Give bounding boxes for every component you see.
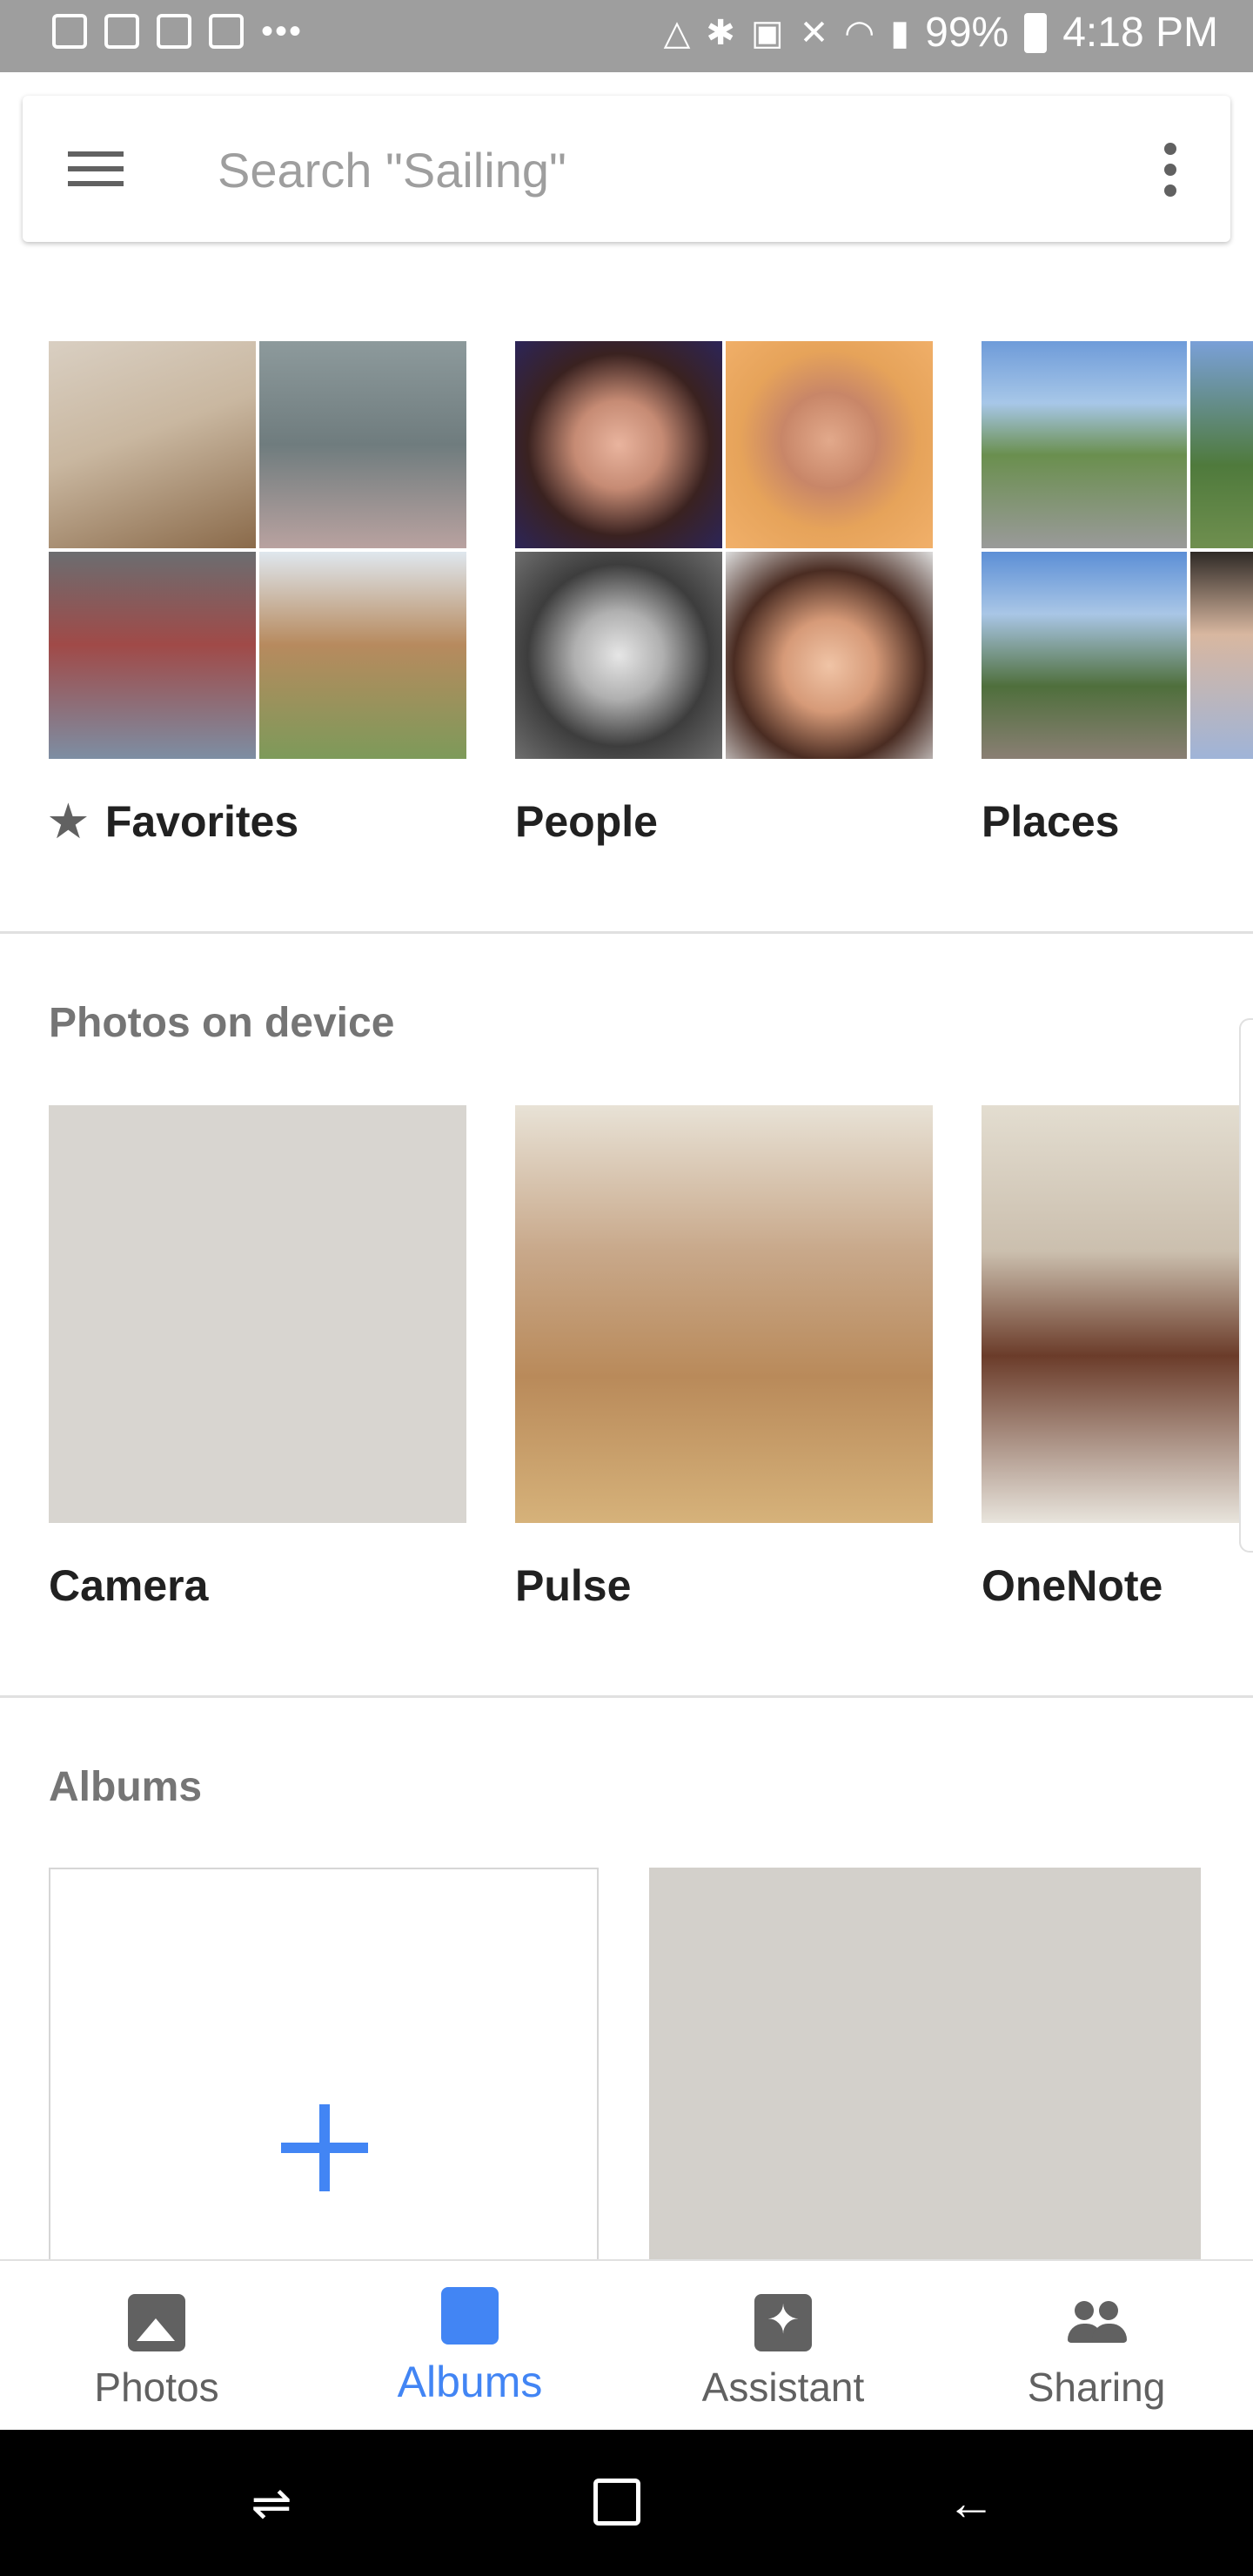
plus-icon [281,2104,368,2191]
albums-title: Albums [49,1764,203,1810]
battery-icon [1024,12,1048,53]
people-label: People [515,797,658,846]
search-bar [23,96,1230,242]
collections-row: ★ Favorites People Places [49,341,1253,848]
sd-card-icon [104,14,139,49]
onenote-label-row: OneNote [982,1560,1253,1612]
battery-percent: 99% [925,10,1009,56]
status-bar: ••• △ ✱ ▣ ✕ ◠ ▮ 99% 4:18 PM [0,0,1253,72]
notification-icons: ••• [52,14,303,49]
albums-icon [441,2287,499,2345]
nfc-icon: ▣ [750,13,784,52]
nav-sharing-label: Sharing [1027,2365,1166,2410]
onenote-thumbnail [982,1105,1253,1523]
camera-label: Camera [49,1561,209,1610]
nav-albums[interactable]: Albums [313,2261,626,2432]
mute-icon: ✕ [799,13,829,52]
places-thumbnails [982,341,1253,759]
camera-label-row: Camera [49,1560,466,1612]
nav-sharing[interactable]: Sharing [940,2261,1253,2432]
places-collection[interactable]: Places [982,341,1253,848]
bluetooth-icon: ✱ [706,13,735,52]
pulse-label: Pulse [515,1561,632,1610]
favorites-thumbnails [49,341,466,759]
favorites-label: Favorites [104,797,299,846]
back-icon[interactable]: ← [943,2475,999,2531]
device-folder[interactable]: OneNote [982,1105,1253,1612]
nav-assistant[interactable]: Assistant [626,2261,940,2432]
assistant-icon [754,2294,812,2351]
pulse-label-row: Pulse [515,1560,933,1612]
people-collection[interactable]: People [515,341,933,848]
maps-icon [209,14,244,49]
activity-icon [157,14,191,49]
camera-thumbnail [49,1105,466,1523]
bottom-navigation: Photos Albums Assistant Sharing [0,2259,1253,2432]
nav-photos[interactable]: Photos [0,2261,313,2432]
device-folder[interactable]: Camera [49,1105,466,1612]
album-thumbnail[interactable] [649,1868,1201,2303]
people-thumbnails [515,341,933,759]
favorites-label-row: ★ Favorites [49,795,466,848]
device-folders-row: Camera Pulse OneNote [49,1105,1253,1612]
hamburger-menu-icon[interactable] [68,151,124,186]
nav-photos-label: Photos [94,2365,219,2410]
onenote-label: OneNote [982,1561,1163,1610]
section-divider [0,931,1253,934]
albums-row [49,1868,1201,2303]
gallery-notification-icon [52,14,87,49]
photos-icon [128,2294,185,2351]
more-notifications-icon: ••• [261,12,304,50]
system-navigation-bar: ⇌ ← [0,2430,1253,2576]
people-label-row: People [515,795,933,848]
photos-on-device-title: Photos on device [49,1000,395,1046]
pulse-thumbnail [515,1105,933,1523]
favorites-collection[interactable]: ★ Favorites [49,341,466,848]
section-divider [0,1695,1253,1698]
nav-assistant-label: Assistant [701,2365,865,2410]
scroll-handle[interactable] [1239,1018,1253,1553]
clock: 4:18 PM [1062,10,1218,56]
system-status: △ ✱ ▣ ✕ ◠ ▮ 99% 4:18 PM [664,9,1218,57]
places-label: Places [982,797,1120,846]
signal-icon: ▮ [890,13,910,52]
nav-albums-label: Albums [397,2358,543,2406]
drive-icon: △ [663,13,691,52]
device-folder[interactable]: Pulse [515,1105,933,1612]
home-icon[interactable] [593,2479,640,2526]
recent-apps-icon[interactable]: ⇌ [244,2475,299,2531]
wifi-icon: ◠ [844,13,875,52]
search-input[interactable] [216,131,1089,209]
sharing-icon [1068,2294,1127,2351]
more-options-icon[interactable] [1164,143,1176,197]
star-icon: ★ [49,797,88,846]
new-album-button[interactable] [49,1868,599,2303]
places-label-row: Places [982,795,1253,848]
